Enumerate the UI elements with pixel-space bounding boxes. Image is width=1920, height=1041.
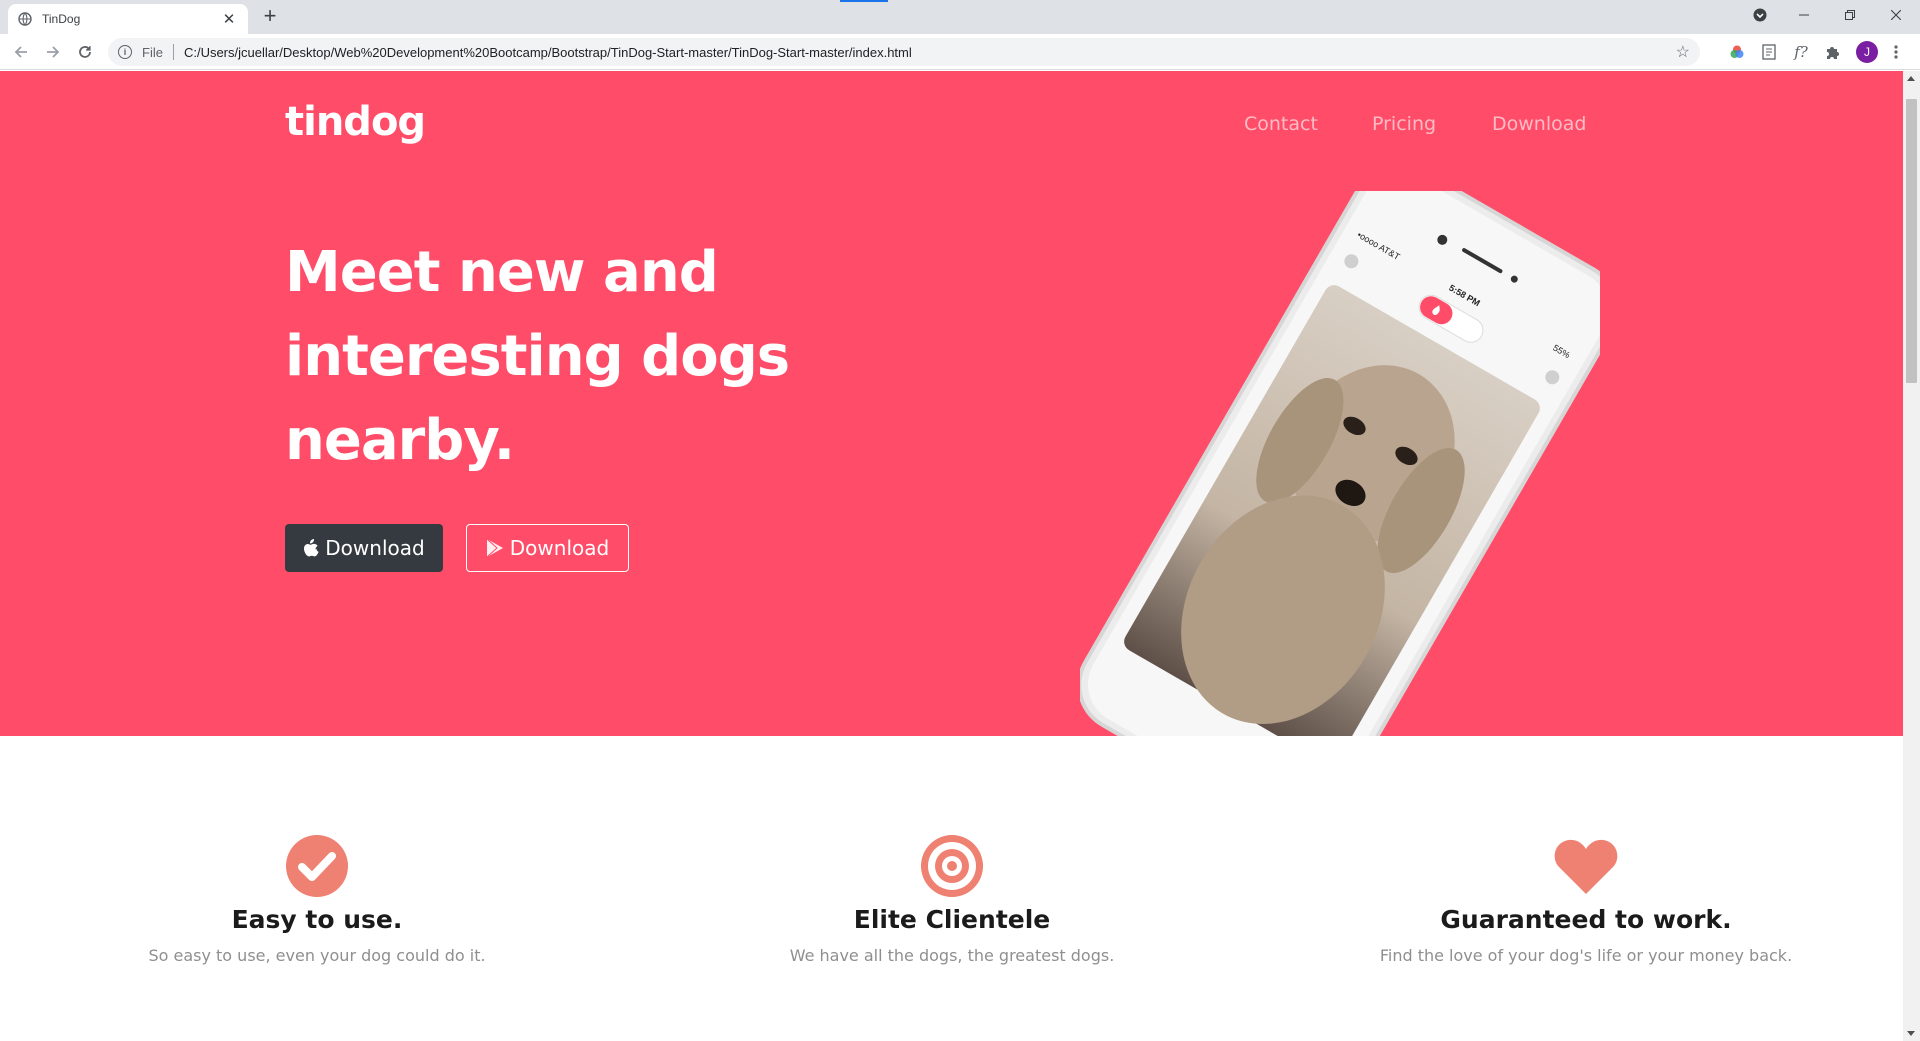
profile-avatar[interactable]: J — [1856, 41, 1878, 63]
app-store-download-button[interactable]: Download — [285, 524, 443, 572]
headline-line: Meet new and — [285, 240, 719, 305]
apple-icon — [303, 539, 319, 557]
more-menu-icon[interactable] — [1886, 42, 1906, 62]
google-play-download-button[interactable]: Download — [466, 524, 629, 572]
feature-text: So easy to use, even your dog could do i… — [148, 946, 486, 965]
restore-button[interactable] — [1827, 0, 1873, 30]
globe-icon — [18, 12, 32, 26]
info-icon[interactable]: i — [118, 45, 132, 59]
phone-mockup: •oooo AT&T 5:58 PM 55% — [1077, 162, 1619, 736]
heart-icon — [1306, 831, 1866, 901]
hero-headline: Meet new and interesting dogs nearby. — [285, 231, 905, 483]
feature-text: We have all the dogs, the greatest dogs. — [789, 946, 1115, 965]
browser-tab[interactable]: TinDog ✕ — [8, 4, 248, 34]
tab-close-icon[interactable]: ✕ — [220, 10, 238, 28]
browser-tab-bar: TinDog ✕ + — [0, 0, 1920, 34]
tab-strip-indicator — [840, 0, 888, 2]
navbar-brand[interactable]: tindog — [285, 99, 426, 145]
feature-guaranteed: Guaranteed to work. Find the love of you… — [1306, 831, 1866, 965]
minimize-button[interactable] — [1781, 0, 1827, 30]
scheme-label: File — [142, 44, 163, 60]
feature-text: Find the love of your dog's life or your… — [1379, 946, 1793, 965]
tab-title: TinDog — [42, 12, 81, 26]
button-label: Download — [325, 536, 425, 560]
omnibox-divider — [172, 44, 174, 60]
page-scrollbar[interactable] — [1903, 71, 1920, 1041]
button-label: Download — [509, 536, 610, 560]
feature-title: Guaranteed to work. — [1440, 905, 1732, 934]
scrollbar-thumb[interactable] — [1906, 99, 1917, 383]
feature-title: Elite Clientele — [853, 905, 1051, 934]
font-extension-icon[interactable]: f? — [1791, 42, 1811, 62]
url-text[interactable]: C:/Users/jcuellar/Desktop/Web%20Developm… — [184, 45, 912, 60]
feature-title: Easy to use. — [231, 905, 403, 934]
headline-line: interesting dogs — [285, 324, 790, 389]
close-window-button[interactable] — [1873, 0, 1919, 30]
document-extension-icon[interactable] — [1759, 42, 1779, 62]
scroll-down-arrow-icon[interactable] — [1907, 1031, 1915, 1036]
browser-toolbar: i File C:/Users/jcuellar/Desktop/Web%20D… — [0, 34, 1920, 70]
reload-icon[interactable] — [73, 40, 97, 64]
tab-search-icon[interactable] — [1737, 0, 1783, 30]
color-extension-icon[interactable] — [1727, 42, 1747, 62]
nav-link-pricing[interactable]: Pricing — [1372, 113, 1436, 135]
bookmark-star-icon[interactable]: ☆ — [1676, 42, 1690, 62]
bullseye-icon — [672, 831, 1232, 901]
new-tab-button[interactable]: + — [258, 5, 282, 29]
hero-section: tindog Contact Pricing Download Meet new… — [0, 71, 1903, 736]
feature-easy: Easy to use. So easy to use, even your d… — [37, 831, 597, 965]
headline-line: nearby. — [285, 408, 515, 473]
play-icon — [486, 538, 504, 558]
puzzle-extensions-icon[interactable] — [1823, 42, 1843, 62]
back-arrow-icon[interactable] — [9, 40, 33, 64]
scroll-up-arrow-icon[interactable] — [1907, 76, 1915, 81]
feature-elite: Elite Clientele We have all the dogs, th… — [672, 831, 1232, 965]
page-viewport: tindog Contact Pricing Download Meet new… — [0, 71, 1903, 1041]
address-bar[interactable]: i File C:/Users/jcuellar/Desktop/Web%20D… — [108, 38, 1700, 66]
nav-link-contact[interactable]: Contact — [1244, 113, 1318, 135]
check-circle-icon — [37, 831, 597, 901]
nav-link-download[interactable]: Download — [1492, 113, 1586, 135]
forward-arrow-icon[interactable] — [41, 40, 65, 64]
